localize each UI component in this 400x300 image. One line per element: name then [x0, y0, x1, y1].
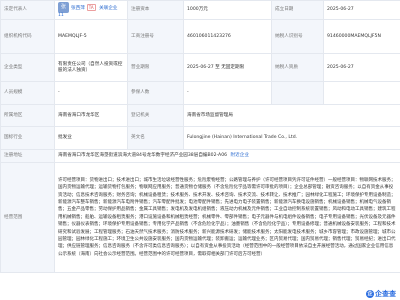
- insured-label: 参保人数: [127, 81, 184, 105]
- company-type-value: 有限责任公司（自然人投资或控股的法人独资）: [54, 53, 128, 82]
- row-type: 企业类型 有限责任公司（自然人投资或控股的法人独资） 营业期限 2025-06-…: [0, 53, 400, 82]
- biz-reg-label: 工商注册号: [127, 19, 184, 54]
- scope-value: 许可经营项目：货物进出口；技术进出口；城市生活垃圾经营性服务；危险废物经营；公路…: [54, 162, 400, 273]
- taxpayer-label: 纳税人识别号: [271, 19, 324, 54]
- scope-line: 发展；工程管理服务；石油天然气技术服务；消防技术服务；新兴能源技术研发；储能技术…: [80, 229, 351, 235]
- region-label: 所属地区: [0, 104, 55, 127]
- row-org: 组织机构代码 MAEMQLJF-5 工商注册号 460106011423276 …: [0, 19, 400, 54]
- address-label: 注册地址: [0, 149, 55, 163]
- insured-value: -: [183, 81, 272, 105]
- row-region: 所属地区 海南省海口市龙华区 登记机关 海南省市场监督管理局: [0, 104, 400, 127]
- legal-rep-cell: 张张西萍 TA 关联企业 11: [54, 0, 128, 20]
- address-value: 海南省海口市龙华区海垦街道滨海大道84号龙华数字经济产业园38层自编B02-A0…: [58, 153, 228, 158]
- nearby-companies-link[interactable]: 附近企业: [231, 153, 249, 158]
- qcc-logo-icon: 企: [366, 290, 374, 298]
- row-address: 注册地址 海南省海口市龙华区海垦街道滨海大道84号龙华数字经济产业园38层自编B…: [0, 149, 400, 163]
- scope-text: 许可经营项目：货物进出口；技术进出口；城市生活垃圾经营性服务；危险废物经营；公路…: [58, 176, 397, 259]
- qcc-logo: 企企查查: [366, 289, 396, 299]
- reg-cap-value: 1000万元: [183, 0, 272, 20]
- row-legal-rep: 法定代表人 张张西萍 TA 关联企业 11 注册资本 1000万元 成立日期 20…: [0, 0, 400, 20]
- est-date-label: 成立日期: [271, 0, 324, 20]
- term-value: 2025-06-27 至 无固定期限: [183, 53, 272, 82]
- scope-line: 许可经营项目：货物进出口；技术进出口；城市生活垃圾经营性服务；危险废物经营；公路…: [58, 177, 342, 183]
- address-cell: 海南省海口市龙华区海垦街道滨海大道84号龙华数字经济产业园38层自编B02-A0…: [54, 149, 400, 163]
- row-industry: 国标行业 批发业 英文名 Fulongjine (Hainan) Interna…: [0, 126, 400, 150]
- row-staff: 人员规模 - 参保人数 -: [0, 81, 400, 105]
- ta-badge[interactable]: TA: [86, 3, 96, 11]
- company-info-table: 法定代表人 张张西萍 TA 关联企业 11 注册资本 1000万元 成立日期 20…: [0, 0, 400, 273]
- scope-line: 范围。经营范围中的许可经营项目，需取得相关部门许可后方可经营）: [125, 251, 266, 257]
- est-date-value: 2025-06-27: [323, 0, 400, 20]
- footer: 企企查查: [0, 289, 400, 300]
- approval-date-value: 2025-06-27: [323, 53, 400, 82]
- industry-label: 国标行业: [0, 126, 55, 150]
- staff-size-value: -: [54, 81, 128, 105]
- empty-value: [323, 81, 400, 105]
- term-label: 营业期限: [127, 53, 184, 82]
- taxpayer-value: 91460000MAEMQLJF5N: [323, 19, 400, 54]
- company-type-label: 企业类型: [0, 53, 55, 82]
- authority-value: 海南省市场监督管理局: [183, 104, 400, 127]
- taxpayer-qual-label: 纳税人资质: [271, 53, 324, 82]
- org-code-label: 组织机构代码: [0, 19, 55, 54]
- english-name-label: 英文名: [127, 126, 184, 150]
- english-name-value: Fulongjine (Hainan) International Trade …: [183, 126, 400, 150]
- scope-label: 经营范围: [0, 162, 55, 273]
- empty-label: [271, 81, 324, 105]
- region-value: 海南省海口市龙华区: [54, 104, 128, 127]
- biz-reg-value: 460106011423276: [183, 19, 272, 54]
- row-scope: 经营范围 许可经营项目：货物进出口；技术进出口；城市生活垃圾经营性服务；危险废物…: [0, 162, 400, 273]
- authority-label: 登记机关: [127, 104, 184, 127]
- legal-rep-name[interactable]: 张西萍: [71, 6, 85, 11]
- staff-size-label: 人员规模: [0, 81, 55, 105]
- industry-value: 批发业: [54, 126, 128, 150]
- legal-rep-label: 法定代表人: [0, 0, 55, 20]
- qcc-logo-text: 企查查: [375, 290, 396, 298]
- reg-cap-label: 注册资本: [127, 0, 184, 20]
- avatar: 张: [58, 1, 69, 13]
- org-code-value: MAEMQLJF-5: [54, 19, 128, 54]
